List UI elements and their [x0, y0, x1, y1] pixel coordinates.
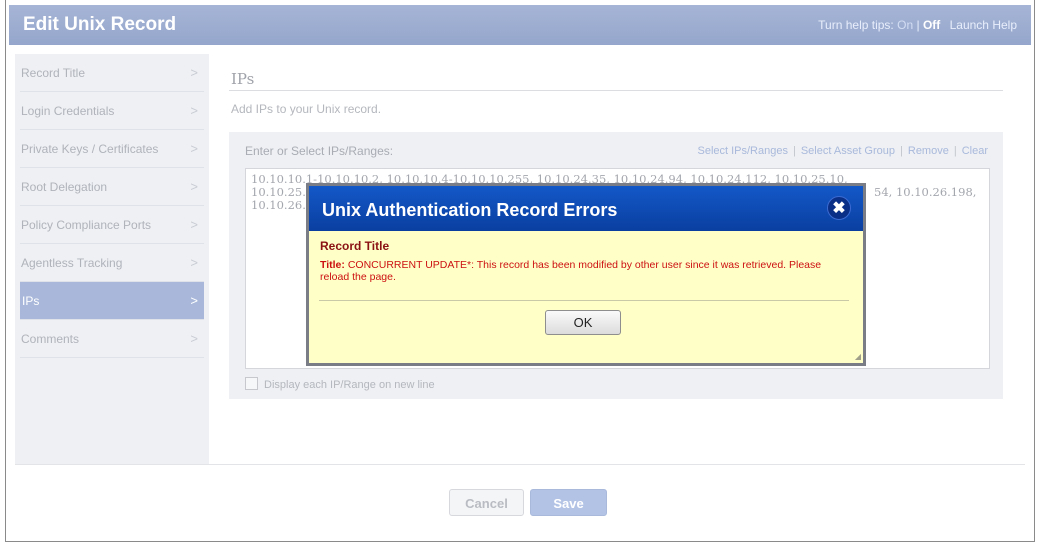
sidebar-item-label: Policy Compliance Ports: [21, 218, 152, 232]
error-section-title: Record Title: [320, 239, 390, 253]
ok-button[interactable]: OK: [545, 310, 621, 335]
save-button[interactable]: Save: [530, 489, 607, 516]
help-tips-separator: |: [916, 18, 920, 32]
sidebar-item-label: Agentless Tracking: [21, 256, 123, 270]
display-newline-checkbox[interactable]: [245, 377, 258, 390]
chevron-right-icon: >: [190, 293, 198, 308]
link-separator: |: [953, 145, 957, 157]
chevron-right-icon: >: [190, 103, 198, 118]
display-newline-label: Display each IP/Range on new line: [264, 379, 435, 391]
remove-link[interactable]: Remove: [908, 145, 949, 157]
sidebar-item-label: Login Credentials: [21, 104, 115, 118]
chevron-right-icon: >: [190, 65, 198, 80]
chevron-right-icon: >: [190, 255, 198, 270]
chevron-right-icon: >: [190, 331, 198, 346]
sidebar-nav: Record Title > Login Credentials > Priva…: [15, 54, 209, 464]
clear-link[interactable]: Clear: [962, 145, 988, 157]
chevron-right-icon: >: [190, 217, 198, 232]
dialog-title: Unix Authentication Record Errors: [322, 200, 618, 220]
page-title: Edit Unix Record: [23, 14, 177, 35]
page-header: Edit Unix Record Turn help tips: On | Of…: [9, 5, 1031, 45]
chevron-right-icon: >: [190, 179, 198, 194]
close-icon[interactable]: ✖: [827, 196, 851, 220]
link-separator: |: [792, 145, 796, 157]
section-divider: [229, 90, 1003, 91]
resize-grip-icon[interactable]: ◢: [855, 352, 861, 361]
sidebar-item-policy-compliance-ports[interactable]: Policy Compliance Ports >: [20, 206, 204, 244]
error-dialog: Unix Authentication Record Errors ✖ Reco…: [306, 183, 866, 366]
help-tips-toggle: Turn help tips: On | Off Launch Help: [818, 18, 1017, 32]
sidebar-item-ips[interactable]: IPs >: [20, 282, 204, 320]
error-field-label: Title:: [320, 259, 345, 271]
launch-help-link[interactable]: Launch Help: [950, 18, 1017, 32]
ips-text-fragment: 54, 10.10.26.198,: [874, 185, 977, 199]
select-ips-link[interactable]: Select IPs/Ranges: [697, 145, 788, 157]
help-tips-on-link[interactable]: On: [897, 18, 913, 32]
error-message: Title: CONCURRENT UPDATE*: This record h…: [320, 259, 850, 283]
ips-actions: Select IPs/Ranges | Select Asset Group | Rem…: [697, 145, 988, 157]
sidebar-item-root-delegation[interactable]: Root Delegation >: [20, 168, 204, 206]
display-newline-option: Display each IP/Range on new line: [245, 377, 435, 391]
error-text: CONCURRENT UPDATE*: This record has been…: [320, 259, 822, 283]
sidebar-item-label: Comments: [21, 332, 80, 346]
sidebar-item-agentless-tracking[interactable]: Agentless Tracking >: [20, 244, 204, 282]
sidebar-item-label: Root Delegation: [21, 180, 108, 194]
sidebar-item-label: Private Keys / Certificates: [21, 142, 159, 156]
sidebar-item-private-keys[interactable]: Private Keys / Certificates >: [20, 130, 204, 168]
help-tips-off-link[interactable]: Off: [923, 18, 940, 32]
footer-divider: [15, 464, 1025, 465]
cancel-button[interactable]: Cancel: [449, 489, 524, 516]
sidebar-item-login-credentials[interactable]: Login Credentials >: [20, 92, 204, 130]
sidebar-item-label: Record Title: [21, 66, 86, 80]
ips-text-fragment: 10.10.25.: [251, 185, 306, 199]
select-asset-group-link[interactable]: Select Asset Group: [801, 145, 895, 157]
sidebar-item-comments[interactable]: Comments >: [20, 320, 204, 358]
section-title: IPs: [231, 70, 255, 88]
chevron-right-icon: >: [190, 141, 198, 156]
sidebar-item-record-title[interactable]: Record Title >: [20, 54, 204, 92]
sidebar-item-label: IPs: [22, 294, 40, 308]
section-description: Add IPs to your Unix record.: [231, 102, 382, 116]
ips-field-label: Enter or Select IPs/Ranges:: [245, 144, 394, 158]
link-separator: |: [900, 145, 903, 157]
help-tips-label: Turn help tips:: [818, 18, 894, 32]
dialog-header: Unix Authentication Record Errors ✖: [309, 186, 863, 231]
dialog-divider: [319, 300, 849, 301]
